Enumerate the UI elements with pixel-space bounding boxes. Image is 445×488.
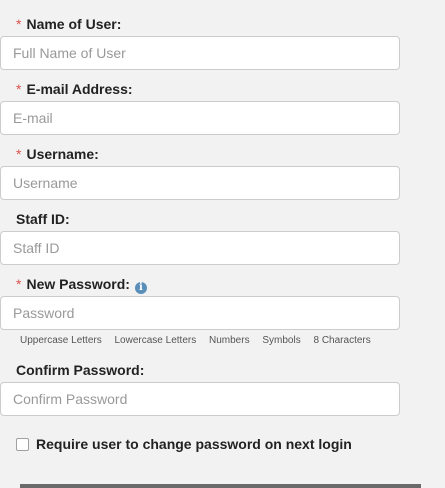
- force-password-change-label[interactable]: Require user to change password on next …: [36, 436, 352, 452]
- email-label: * E-mail Address:: [16, 80, 416, 98]
- email-label-text: E-mail Address:: [26, 81, 133, 97]
- confirm-password-label: Confirm Password:: [16, 361, 416, 379]
- requirement-symbols: Symbols: [262, 335, 301, 346]
- force-password-change-checkbox[interactable]: [16, 437, 29, 451]
- staff-id-label: Staff ID:: [16, 210, 416, 228]
- new-password-label: * New Password: i: [16, 275, 416, 294]
- required-marker: *: [16, 276, 22, 292]
- username-label-text: Username:: [26, 146, 99, 162]
- requirement-lowercase: Lowercase Letters: [114, 335, 197, 346]
- info-icon[interactable]: i: [134, 282, 147, 294]
- username-label: * Username:: [16, 145, 416, 163]
- password-requirements: Uppercase Letters Lowercase Letters Numb…: [20, 335, 381, 346]
- required-marker: *: [16, 81, 22, 97]
- email-input[interactable]: [0, 101, 400, 135]
- requirement-numbers: Numbers: [209, 335, 250, 346]
- staff-id-input[interactable]: [0, 231, 400, 265]
- username-input[interactable]: [0, 166, 400, 200]
- confirm-password-label-text: Confirm Password:: [16, 362, 145, 378]
- required-marker: *: [16, 146, 22, 162]
- requirement-uppercase: Uppercase Letters: [20, 335, 102, 346]
- user-form: *Name of User: *E-mail Address: *Usernam…: [0, 0, 445, 488]
- new-password-label-text: New Password:: [26, 276, 130, 292]
- required-marker: *: [16, 16, 22, 32]
- force-password-change-row[interactable]: Require user to change password on next …: [16, 436, 352, 452]
- name-input[interactable]: [0, 36, 400, 70]
- confirm-password-input[interactable]: [0, 382, 400, 416]
- staff-id-label-text: Staff ID:: [16, 211, 70, 227]
- name-label-text: Name of User:: [26, 16, 122, 32]
- requirement-length: 8 Characters: [313, 335, 371, 346]
- name-label: * Name of User:: [16, 15, 416, 33]
- bottom-divider: [20, 484, 421, 488]
- new-password-input[interactable]: [0, 296, 400, 330]
